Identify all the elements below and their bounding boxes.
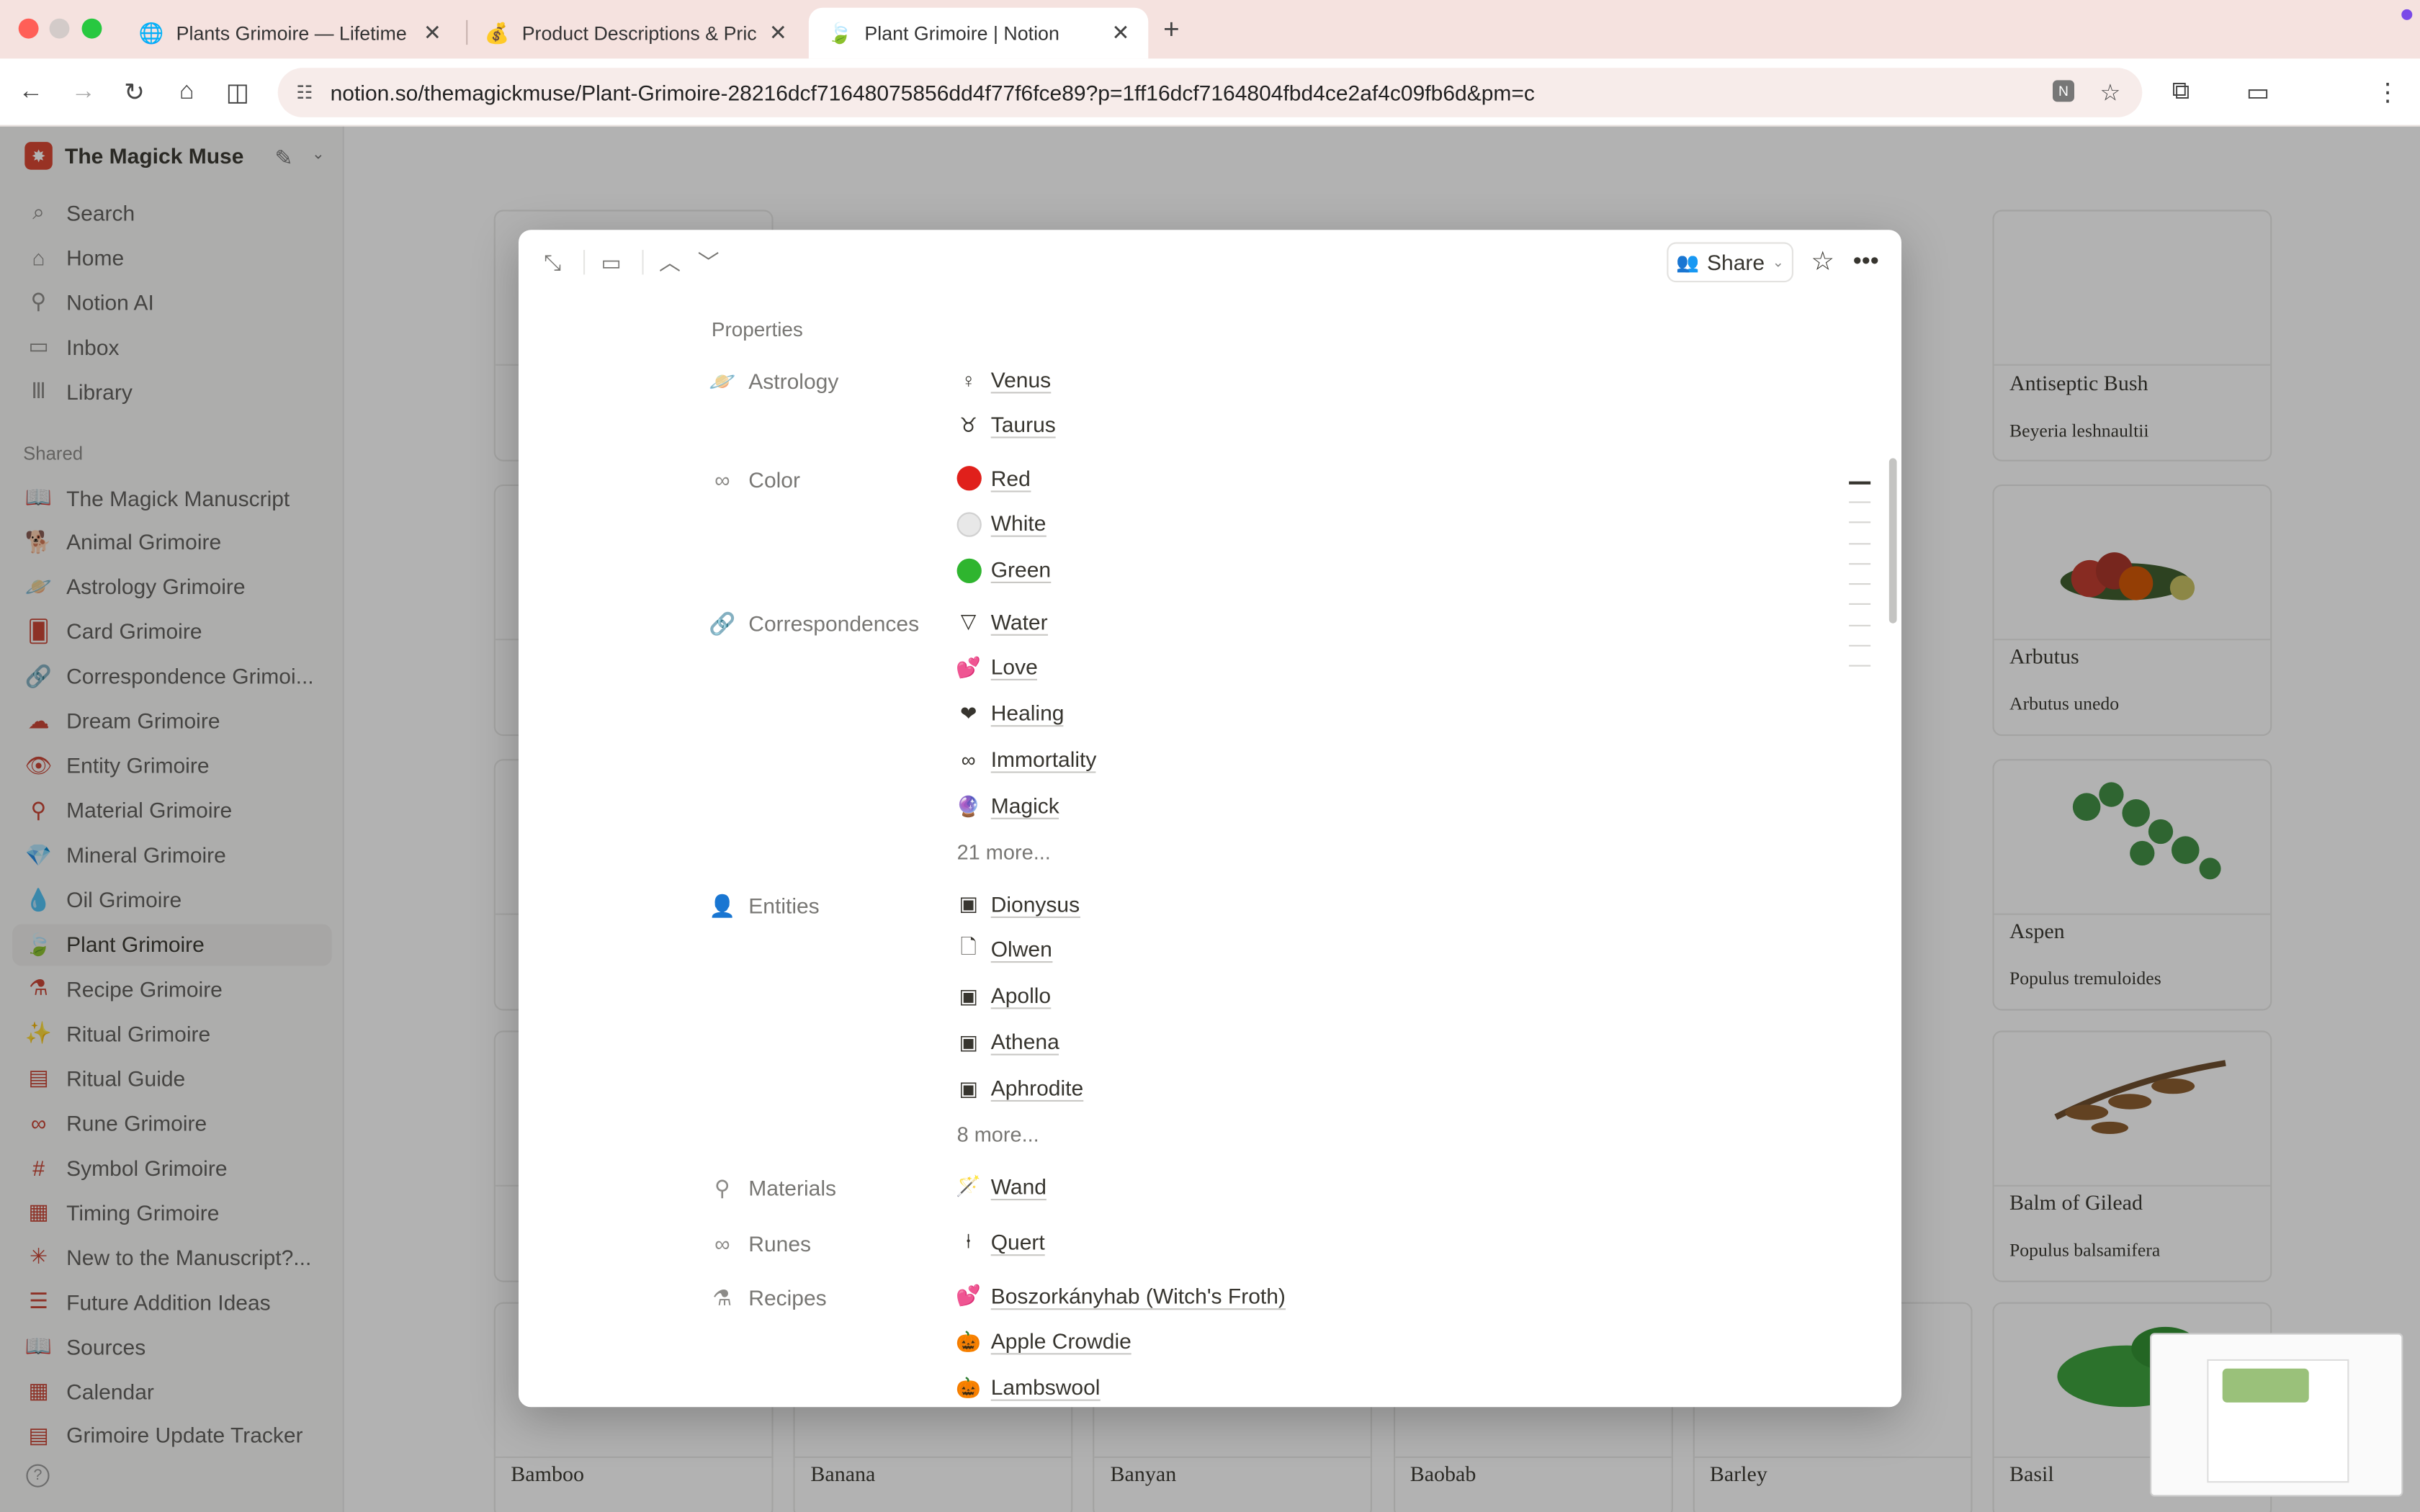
property-value-magick[interactable]: 🔮 Magick	[955, 789, 1059, 823]
property-value-athena[interactable]: ▣ Athena	[955, 1025, 1059, 1059]
property-value-olwen[interactable]: 🗋 Olwen	[955, 933, 1052, 967]
money-bag-icon: 💰	[484, 20, 510, 45]
new-tab-button[interactable]: +	[1155, 12, 1188, 46]
property-value-taurus[interactable]: ♉ Taurus	[955, 409, 1056, 443]
home-button[interactable]: ⌂	[170, 76, 204, 109]
close-tab-icon[interactable]: ✕	[424, 20, 442, 46]
menu-icon[interactable]: ⋮	[2370, 76, 2404, 109]
split-view-button[interactable]: ◫	[220, 76, 254, 109]
tab-search-icon[interactable]: ▭	[2241, 76, 2275, 109]
property-value-white[interactable]: White	[955, 508, 1047, 541]
show-more-link[interactable]: 8 more...	[957, 1122, 1039, 1146]
property-value-green[interactable]: Green	[955, 554, 1052, 588]
property-value-venus[interactable]: ♀ Venus	[955, 363, 1052, 397]
previous-page-icon[interactable]: ︿	[655, 247, 686, 278]
share-button[interactable]: 👥 Share ⌄	[1667, 242, 1793, 283]
close-window-button[interactable]	[18, 18, 39, 39]
person-icon: 👤	[709, 892, 736, 917]
address-bar[interactable]: ☷ notion.so/themagickmuse/Plant-Grimoire…	[277, 68, 2143, 117]
portrait-icon: ▣	[959, 1030, 978, 1053]
properties-heading: Properties	[711, 318, 803, 341]
portrait-icon: ▣	[959, 891, 978, 915]
reload-button[interactable]: ↻	[117, 76, 151, 109]
page-icon: 🗋	[960, 935, 977, 958]
extensions-icon[interactable]: ⧉	[2164, 76, 2197, 109]
property-value-water[interactable]: ▽ Water	[955, 605, 1048, 639]
crystal-ball-icon: 🔮	[956, 793, 981, 817]
green-circle-icon	[955, 557, 981, 583]
planet-icon: 🪐	[709, 368, 736, 393]
taurus-icon: ♉	[959, 413, 978, 437]
property-label-materials[interactable]: ⚲ Materials	[709, 1173, 836, 1204]
bookmark-star-icon[interactable]: ☆	[2099, 78, 2120, 106]
globe-icon: 🌐	[138, 20, 164, 45]
browser-toolbar: ← → ↻ ⌂ ◫ ☷ notion.so/themagickmuse/Plan…	[0, 58, 2420, 167]
chevron-down-icon: ⌄	[1772, 253, 1784, 269]
wand-icon: ⚲	[714, 1174, 730, 1200]
people-icon: 👥	[1676, 251, 1700, 274]
more-options-icon[interactable]: •••	[1850, 247, 1881, 278]
close-tab-icon[interactable]: ✕	[1111, 20, 1129, 46]
close-tab-icon[interactable]: ✕	[769, 20, 787, 46]
property-value-quert[interactable]: ⍿ Quert	[955, 1225, 1045, 1259]
portrait-icon: ▣	[959, 1076, 978, 1099]
property-value-healing[interactable]: ❤ Healing	[955, 697, 1065, 731]
property-label-correspondences[interactable]: 🔗 Correspondences	[709, 608, 919, 639]
venus-icon: ♀	[961, 368, 977, 392]
water-triangle-icon: ▽	[960, 609, 977, 633]
expand-icon[interactable]: ⤡	[537, 247, 568, 278]
hearts-icon: 💕	[956, 1283, 981, 1307]
next-page-icon[interactable]: ﹀	[693, 247, 724, 278]
modal-scrollbar[interactable]	[1888, 458, 1897, 624]
property-label-color[interactable]: ∞ Color	[709, 464, 800, 495]
white-circle-icon	[955, 511, 981, 537]
infinity-icon: ∞	[961, 748, 976, 772]
infinity-icon: ∞	[714, 1231, 730, 1256]
site-info-icon[interactable]: ☷	[296, 82, 313, 104]
modal-toolbar: ⤡ ▭ ︿ ﹀ 👥 Share ⌄ ☆ •••	[519, 230, 1901, 294]
hearts-icon: 💕	[956, 655, 981, 679]
browser-tab-1[interactable]: 🌐 Plants Grimoire — Lifetime Ac ✕	[120, 8, 460, 59]
rune-icon: ⍿	[966, 1229, 972, 1253]
property-value-lambswool[interactable]: 🎃 Lambswool	[955, 1372, 1101, 1405]
property-value-wand[interactable]: 🪄 Wand	[955, 1169, 1047, 1203]
pumpkin-icon: 🎃	[956, 1329, 981, 1354]
property-label-runes[interactable]: ∞ Runes	[709, 1228, 811, 1259]
wand-icon: 🪄	[956, 1174, 981, 1197]
leaf-icon: 🍃	[827, 20, 853, 45]
minimize-window-button[interactable]	[49, 18, 70, 39]
property-value-love[interactable]: 💕 Love	[955, 651, 1038, 685]
link-icon: 🔗	[709, 610, 736, 635]
property-value-aphrodite[interactable]: ▣ Aphrodite	[955, 1071, 1084, 1105]
property-value-boszork-nyhab-witch-s-froth-[interactable]: 💕 Boszorkányhab (Witch's Froth)	[955, 1279, 1286, 1313]
favorite-star-icon[interactable]: ☆	[1807, 247, 1838, 278]
forward-button[interactable]: →	[66, 76, 100, 109]
property-value-immortality[interactable]: ∞ Immortality	[955, 743, 1097, 777]
property-value-red[interactable]: Red	[955, 462, 1031, 495]
show-more-link[interactable]: 21 more...	[957, 840, 1051, 863]
screen: 🌐 Plants Grimoire — Lifetime Ac ✕ 💰 Prod…	[0, 0, 2420, 1512]
infinity-icon: ∞	[714, 467, 730, 492]
red-circle-icon	[955, 465, 981, 491]
property-value-apollo[interactable]: ▣ Apollo	[955, 979, 1052, 1013]
view-mode-icon[interactable]: ▭	[596, 247, 627, 278]
page-minimap	[2150, 1333, 2403, 1497]
back-button[interactable]: ←	[14, 76, 48, 109]
pumpkin-icon: 🎃	[956, 1375, 981, 1400]
flask-icon: ⚗	[712, 1284, 732, 1310]
status-dot	[2401, 9, 2413, 20]
mending-heart-icon: ❤	[959, 701, 977, 725]
browser-tab-2[interactable]: 💰 Product Descriptions & Pricin ✕	[466, 8, 805, 59]
page-peek-modal: ⤡ ▭ ︿ ﹀ 👥 Share ⌄ ☆ ••• Properties 🪐 Astr…	[519, 230, 1901, 1408]
property-label-recipes[interactable]: ⚗ Recipes	[709, 1282, 826, 1313]
property-value-apple-crowdie[interactable]: 🎃 Apple Crowdie	[955, 1325, 1131, 1359]
browser-tab-3-active[interactable]: 🍃 Plant Grimoire | Notion ✕	[808, 7, 1149, 59]
browser-tab-bar: 🌐 Plants Grimoire — Lifetime Ac ✕ 💰 Prod…	[0, 0, 2420, 59]
portrait-icon: ▣	[959, 984, 978, 1007]
property-label-astrology[interactable]: 🪐 Astrology	[709, 366, 838, 397]
notion-extension-icon[interactable]: N	[2053, 80, 2074, 102]
maximize-window-button[interactable]	[81, 18, 102, 39]
property-value-dionysus[interactable]: ▣ Dionysus	[955, 887, 1080, 921]
property-label-entities[interactable]: 👤 Entities	[709, 890, 820, 921]
